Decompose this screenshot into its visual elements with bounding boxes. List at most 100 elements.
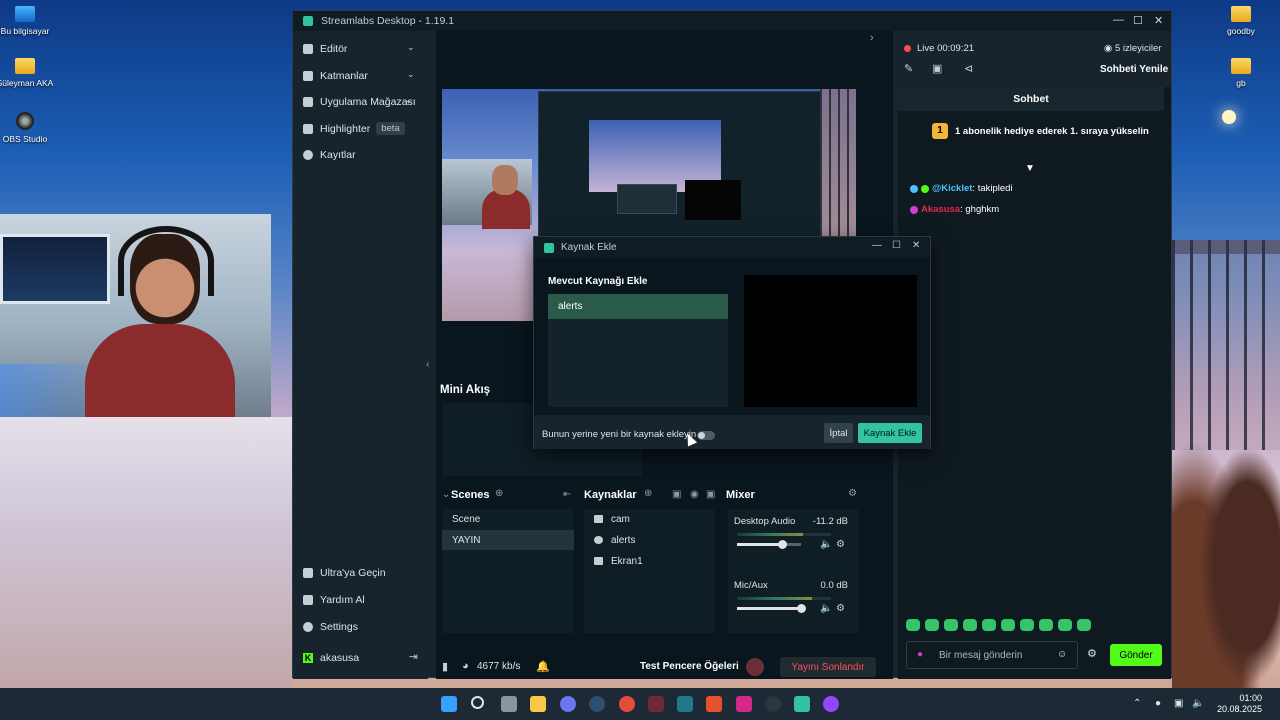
minimize-button[interactable]: — — [872, 240, 882, 251]
collapse-right-icon[interactable]: › — [870, 32, 874, 44]
vscode-icon[interactable] — [648, 696, 664, 712]
chevron-up-icon[interactable]: ⌃ — [1133, 698, 1141, 709]
speaker-icon[interactable]: 🔈 — [820, 603, 832, 614]
emote-icon[interactable] — [925, 619, 939, 631]
close-button[interactable]: ✕ — [1154, 14, 1163, 27]
volume-slider-knob[interactable] — [797, 604, 806, 613]
brave-icon[interactable] — [706, 696, 722, 712]
sidebar-item-editor[interactable]: Editör ⌄ — [303, 42, 415, 55]
sidebar-item-app-store[interactable]: Uygulama Mağazası ⌄ — [303, 95, 416, 108]
sidebar-item-help[interactable]: Yardım Al — [303, 594, 365, 606]
chat-username[interactable]: @Kicklet — [932, 183, 972, 194]
mic-icon[interactable]: ● — [917, 649, 923, 660]
emote-icon[interactable] — [1001, 619, 1015, 631]
source-item[interactable]: cam — [584, 509, 714, 529]
windows-icon[interactable] — [441, 696, 457, 712]
clock[interactable]: 01:00 20.08.2025 — [1212, 693, 1262, 715]
visibility-icon[interactable]: ◉ — [690, 489, 699, 500]
edit-icon[interactable]: ✎ — [904, 62, 913, 75]
sidebar-item-settings[interactable]: Settings — [303, 621, 358, 633]
minimize-button[interactable]: — — [1113, 14, 1124, 26]
desktop-icon-this-pc[interactable]: Bu bilgisayar — [0, 6, 57, 36]
emote-icon[interactable] — [1058, 619, 1072, 631]
emote-icon[interactable] — [982, 619, 996, 631]
add-scene-icon[interactable]: ⊕ — [495, 488, 503, 499]
preview-nested-screen — [538, 91, 822, 241]
source-item[interactable]: Ekran1 — [584, 551, 714, 571]
mic-icon[interactable]: ● — [1155, 698, 1161, 709]
collapse-left-icon[interactable]: ‹ — [426, 359, 429, 370]
stats-icon[interactable]: ▮ — [442, 660, 448, 673]
gear-icon[interactable]: ⚙ — [1087, 647, 1097, 660]
mixer-channel-level: 0.0 dB — [820, 580, 848, 591]
volume-slider-knob[interactable] — [777, 540, 787, 549]
share-icon[interactable]: ⊲ — [964, 62, 973, 75]
sidebar-item-ultra[interactable]: Ultra'ya Geçin — [303, 567, 386, 579]
camera-icon[interactable]: ▣ — [932, 62, 942, 75]
scenes-title: Scenes — [451, 489, 490, 501]
app-icon[interactable] — [677, 696, 693, 712]
volume-icon[interactable]: 🔈 — [1192, 698, 1204, 709]
emoji-icon[interactable]: ☺ — [1057, 649, 1067, 660]
sidebar-item-layers[interactable]: Katmanlar ⌄ — [303, 69, 415, 82]
discord-icon[interactable] — [560, 696, 576, 712]
close-button[interactable]: ✕ — [912, 240, 920, 251]
emote-icon[interactable] — [944, 619, 958, 631]
image-icon[interactable]: ▣ — [706, 489, 715, 500]
cancel-button[interactable]: İptal — [824, 423, 853, 443]
new-source-toggle[interactable] — [697, 431, 715, 440]
folder-icon[interactable]: ▣ — [672, 489, 681, 500]
bell-icon[interactable]: 🔔 — [536, 660, 550, 673]
scene-item[interactable]: Scene — [442, 509, 574, 529]
emote-icon[interactable] — [1020, 619, 1034, 631]
chevron-down-icon[interactable]: ⌄ — [442, 489, 450, 500]
maximize-button[interactable]: ☐ — [1133, 14, 1143, 27]
volume-slider[interactable] — [737, 604, 806, 613]
desktop-icon-obs[interactable]: OBS Studio — [0, 112, 57, 144]
desktop-icon-user-folder[interactable]: Süleyman AKA — [0, 58, 57, 88]
collapse-icon[interactable]: ▼ — [1025, 163, 1035, 174]
desktop-icon-goodby[interactable]: goodby — [1209, 6, 1273, 36]
kick-icon[interactable] — [736, 696, 752, 712]
maximize-button[interactable]: ☐ — [892, 240, 901, 251]
desktop-icon-gb[interactable]: gb — [1209, 58, 1273, 88]
emote-icon[interactable] — [906, 619, 920, 631]
test-widgets-button[interactable]: Test Pencere Öğeleri — [640, 661, 739, 672]
record-button[interactable] — [746, 658, 764, 676]
emote-icon[interactable] — [1077, 619, 1091, 631]
refresh-chat-button[interactable]: Sohbeti Yenile — [1100, 64, 1168, 75]
end-stream-button[interactable]: Yayını Sonlandır — [780, 657, 876, 677]
chat-input[interactable]: ● Bir mesaj gönderin ☺ — [906, 641, 1078, 669]
emote-icon[interactable] — [963, 619, 977, 631]
sidebar-account[interactable]: K akasusa ⇥ — [303, 651, 421, 664]
sidebar-item-recordings[interactable]: Kayıtlar — [303, 149, 356, 161]
dialog-titlebar[interactable]: Kaynak Ekle — ☐ ✕ — [534, 237, 930, 258]
gear-icon[interactable]: ⚙ — [836, 603, 845, 614]
taskview-icon[interactable] — [501, 696, 517, 712]
send-button[interactable]: Gönder — [1110, 644, 1162, 666]
streamlabs-icon[interactable] — [794, 696, 810, 712]
speaker-icon[interactable]: 🔈 — [820, 539, 832, 550]
search-icon[interactable] — [471, 696, 484, 709]
logout-icon[interactable]: ⇥ — [409, 651, 418, 663]
network-icon[interactable]: ▣ — [1174, 698, 1183, 709]
add-source-button[interactable]: Kaynak Ekle — [858, 423, 922, 443]
scene-item-selected[interactable]: YAYIN — [442, 530, 574, 550]
app-titlebar[interactable]: Streamlabs Desktop - 1.19.1 — ☐ ✕ — [293, 11, 1171, 31]
steam-icon[interactable] — [589, 696, 605, 712]
gear-icon[interactable]: ⚙ — [848, 488, 857, 499]
gift-sub-promo[interactable]: 1 1 abonelik hediye ederek 1. sıraya yük… — [932, 123, 1149, 139]
twitch-icon[interactable] — [823, 696, 839, 712]
existing-source-item[interactable]: alerts — [548, 294, 728, 319]
chrome-icon[interactable] — [619, 696, 635, 712]
gear-icon[interactable]: ⚙ — [836, 539, 845, 550]
chat-username[interactable]: Akasusa — [921, 204, 960, 215]
scene-transition-icon[interactable]: ⇤ — [563, 489, 571, 500]
source-item[interactable]: alerts — [584, 530, 714, 550]
obs-icon[interactable] — [765, 696, 781, 712]
emote-icon[interactable] — [1039, 619, 1053, 631]
explorer-icon[interactable] — [530, 696, 546, 712]
sidebar-item-highlighter[interactable]: Highlighter beta — [303, 122, 405, 135]
add-source-icon[interactable]: ⊕ — [644, 488, 652, 499]
volume-slider[interactable] — [737, 540, 801, 549]
